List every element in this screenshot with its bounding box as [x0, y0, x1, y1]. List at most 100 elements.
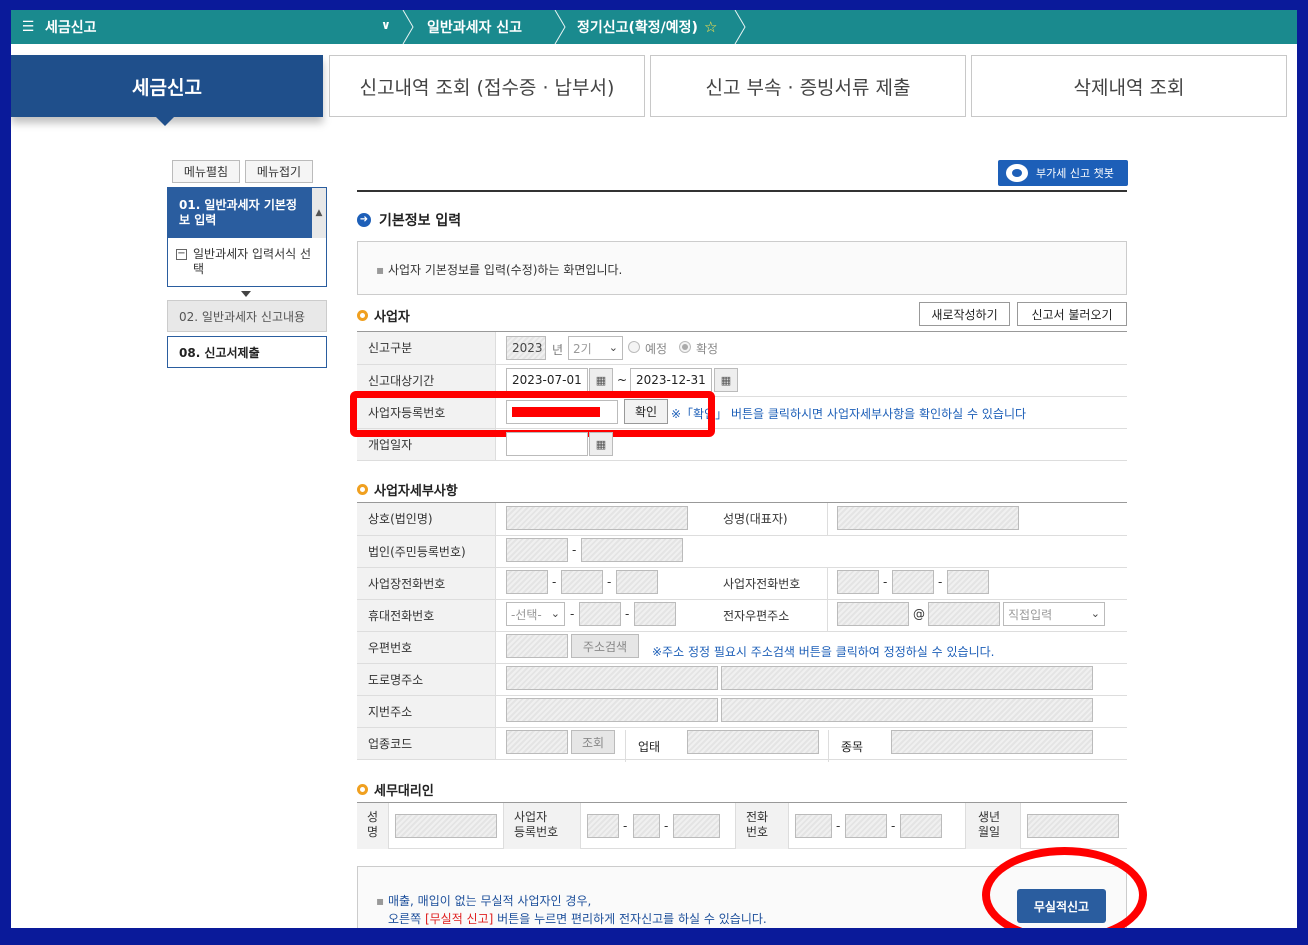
site-phone-input-2[interactable] — [561, 570, 603, 594]
agent-regno-input-3[interactable] — [673, 814, 720, 838]
content-divider — [357, 190, 1127, 192]
agent-phone-input-1[interactable] — [795, 814, 832, 838]
industry-code-label: 업종코드 — [357, 727, 496, 760]
crumb-general-taxpayer[interactable]: 일반과세자 신고 — [427, 10, 522, 44]
agent-row: 성명 사업자 등록번호 - - 전화 번호 - - 생년 월일 — [357, 803, 1127, 849]
chevron-down-icon: ⌄ — [550, 607, 560, 620]
agent-phone-label: 전화 번호 — [735, 803, 789, 849]
rep-name-input[interactable] — [837, 506, 1019, 530]
agent-name-label: 성명 — [357, 803, 389, 849]
chevron-down-icon[interactable]: ∨ — [381, 18, 391, 32]
home-crumb[interactable]: 세금신고 — [45, 17, 97, 37]
top-nav-bar: ☰ 세금신고 ∨ 일반과세자 신고 정기신고(확정/예정) ☆ — [11, 10, 1297, 44]
email-domain-input[interactable] — [928, 602, 1000, 626]
dash: - — [572, 543, 577, 557]
tab-history[interactable]: 신고내역 조회 (접수증 · 납부서) — [329, 55, 645, 117]
detail-section-title: 사업자세부사항 — [357, 480, 458, 499]
calendar-icon[interactable]: ▦ — [589, 368, 613, 392]
radio-preliminary-label: 예정 — [645, 342, 668, 356]
corp-regno-input-1[interactable] — [506, 538, 568, 562]
agent-regno-input-2[interactable] — [633, 814, 660, 838]
chevron-down-icon: ⌄ — [608, 341, 618, 354]
lookup-button[interactable]: 조회 — [571, 730, 615, 754]
agent-phone-input-3[interactable] — [900, 814, 942, 838]
tab-attachments[interactable]: 신고 부속 · 증빙서류 제출 — [650, 55, 966, 117]
bullet-icon: ▪ — [376, 894, 388, 908]
lot-addr-input-1[interactable] — [506, 698, 718, 722]
scroll-up-icon[interactable]: ▲ — [312, 188, 326, 238]
dash: - — [891, 819, 896, 833]
biz-type-label: 업태 — [625, 730, 660, 762]
at-sign: @ — [913, 607, 925, 621]
menu-expand-button[interactable]: 메뉴펼침 — [172, 160, 240, 183]
range-tilde: ~ — [617, 373, 628, 387]
company-name-input[interactable] — [506, 506, 688, 530]
mobile-input-3[interactable] — [634, 602, 676, 626]
vat-chatbot-button[interactable]: 부가세 신고 챗봇 — [998, 160, 1128, 186]
email-label: 전자우편주소 — [712, 599, 828, 632]
mobile-prefix-select[interactable]: -선택- ⌄ — [506, 602, 565, 626]
arrow-circle-icon: ➜ — [357, 213, 371, 227]
dash: - — [836, 819, 841, 833]
radio-final-label: 확정 — [696, 342, 719, 356]
calendar-icon[interactable]: ▦ — [714, 368, 738, 392]
address-search-button[interactable]: 주소검색 — [571, 634, 639, 658]
agent-regno-input-1[interactable] — [587, 814, 619, 838]
industry-code-input[interactable] — [506, 730, 568, 754]
road-addr-input-2[interactable] — [721, 666, 1093, 690]
crumb-regular-report[interactable]: 정기신고(확정/예정) ☆ — [577, 10, 717, 44]
email-id-input[interactable] — [837, 602, 909, 626]
hamburger-icon[interactable]: ☰ — [13, 19, 43, 35]
menu-collapse-button[interactable]: 메뉴접기 — [245, 160, 313, 183]
side-step-8[interactable]: 08. 신고서제출 — [167, 336, 327, 368]
lot-addr-input-2[interactable] — [721, 698, 1093, 722]
mobile-input-2[interactable] — [579, 602, 621, 626]
agent-birth-input[interactable] — [1027, 814, 1119, 838]
bullet-icon: ▪ — [376, 263, 388, 277]
tab-tax-report[interactable]: 세금신고 — [11, 55, 323, 126]
radio-preliminary[interactable] — [628, 341, 640, 353]
agent-phone-input-2[interactable] — [845, 814, 887, 838]
biz-phone-input-3[interactable] — [947, 570, 989, 594]
dash: - — [883, 575, 888, 589]
corp-regno-input-2[interactable] — [581, 538, 683, 562]
road-addr-input-1[interactable] — [506, 666, 718, 690]
side-step-1-sub[interactable]: − 일반과세자 입력서식 선택 — [168, 238, 326, 277]
chevron-down-icon: ⌄ — [1090, 607, 1100, 620]
date-to-input[interactable]: 2023-12-31 — [630, 368, 712, 392]
main-tabs: 세금신고 신고내역 조회 (접수증 · 납부서) 신고 부속 · 증빙서류 제출… — [11, 55, 1297, 126]
name-label: 상호(법인명) — [357, 503, 496, 536]
biz-phone-input-1[interactable] — [837, 570, 879, 594]
orange-dot-icon — [357, 784, 368, 795]
year-field[interactable]: 2023 — [506, 336, 546, 360]
agent-name-input[interactable] — [395, 814, 497, 838]
side-step-1-title[interactable]: 01. 일반과세자 기본정보 입력 ▲ — [168, 188, 326, 238]
zip-input[interactable] — [506, 634, 568, 658]
chatbot-icon — [1006, 164, 1028, 182]
side-step-1[interactable]: 01. 일반과세자 기본정보 입력 ▲ − 일반과세자 입력서식 선택 — [167, 187, 327, 287]
new-write-button[interactable]: 새로작성하기 — [919, 302, 1010, 326]
biz-phone-input-2[interactable] — [892, 570, 934, 594]
site-phone-input-1[interactable] — [506, 570, 548, 594]
dash: - — [625, 607, 630, 621]
open-date-input[interactable] — [506, 432, 588, 456]
side-step-2[interactable]: 02. 일반과세자 신고내용 — [167, 300, 327, 332]
calendar-icon[interactable]: ▦ — [589, 432, 613, 456]
arrow-down-icon — [241, 291, 251, 297]
date-from-input[interactable]: 2023-07-01 — [506, 368, 588, 392]
dash: - — [664, 819, 669, 833]
report-type-label: 신고구분 — [357, 332, 496, 365]
dash: - — [623, 819, 628, 833]
site-phone-input-3[interactable] — [616, 570, 658, 594]
load-report-button[interactable]: 신고서 불러오기 — [1017, 302, 1127, 326]
period-select[interactable]: 2기 ⌄ — [568, 336, 623, 360]
biz-type-input[interactable] — [687, 730, 819, 754]
tab-deleted-history[interactable]: 삭제내역 조회 — [971, 55, 1287, 117]
email-domain-select[interactable]: 직접입력 ⌄ — [1003, 602, 1105, 626]
star-icon[interactable]: ☆ — [704, 18, 717, 36]
dash: - — [570, 607, 575, 621]
lot-addr-label: 지번주소 — [357, 695, 496, 728]
radio-final[interactable] — [679, 341, 691, 353]
biz-item-input[interactable] — [891, 730, 1093, 754]
site-phone-label: 사업장전화번호 — [357, 567, 496, 600]
